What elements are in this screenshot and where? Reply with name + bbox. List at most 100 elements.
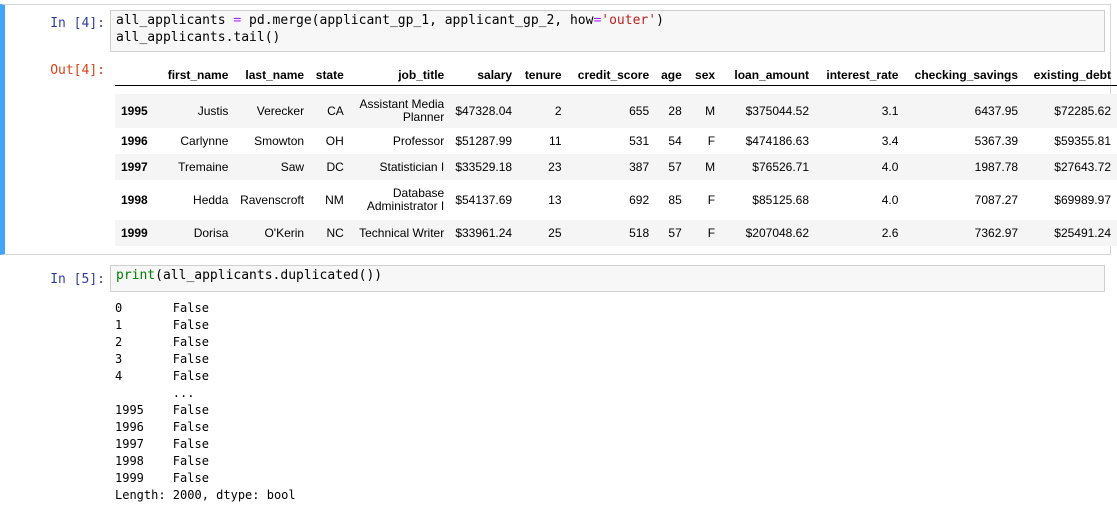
table-row: 1999 Dorisa O'Kerin NC Technical Writer …	[115, 220, 1117, 246]
table-cell: 5367.39	[974, 134, 1019, 148]
table-cell: 28	[668, 104, 682, 118]
column-header: first_name	[167, 67, 229, 82]
output-line: 3 False	[115, 352, 209, 366]
code-editor-5[interactable]: print(all_applicants.duplicated())	[110, 265, 1105, 292]
table-cell: 25	[548, 226, 562, 240]
table-cell: $207048.62	[745, 226, 810, 240]
table-cell: DC	[326, 160, 344, 174]
table-cell: M	[705, 160, 716, 174]
table-cell: 23	[548, 160, 562, 174]
table-cell: $51287.99	[455, 134, 513, 148]
table-cell: Professor	[392, 134, 445, 148]
column-header: tenure	[524, 67, 562, 82]
table-cell: 531	[629, 134, 650, 148]
row-index: 1998	[121, 193, 148, 207]
table-cell: 4.0	[881, 193, 899, 207]
row-index: 1995	[121, 104, 148, 118]
table-cell: $27643.72	[1054, 160, 1111, 174]
code-token-builtin: print	[116, 268, 156, 283]
table-cell: Dorisa	[193, 226, 229, 240]
table-cell: 7087.27	[974, 193, 1019, 207]
table-cell: Justis	[197, 104, 229, 118]
table-cell: $33529.18	[455, 160, 513, 174]
code-editor-4[interactable]: all_applicants = pd.merge(applicant_gp_1…	[110, 10, 1105, 52]
table-cell: 13	[548, 193, 562, 207]
column-header: age	[661, 67, 682, 82]
output-line: Length: 2000, dtype: bool	[115, 488, 296, 502]
table-cell: Assistant Media Planner	[359, 97, 445, 124]
table-cell: $85125.68	[752, 193, 810, 207]
table-cell: NC	[326, 226, 344, 240]
table-cell: $54137.69	[455, 193, 513, 207]
table-cell: Ravenscroft	[240, 193, 305, 207]
table-cell: $69989.97	[1054, 193, 1111, 207]
output-line: 1997 False	[115, 437, 209, 451]
table-row: 1995 Justis Verecker CA Assistant Media …	[115, 94, 1117, 128]
table-cell: 57	[668, 160, 682, 174]
code-token-string: 'outer'	[601, 13, 657, 28]
table-cell: F	[707, 193, 716, 207]
column-header: salary	[477, 67, 513, 82]
table-cell: 655	[629, 104, 650, 118]
input-prompt-4: In [4]:	[50, 16, 105, 31]
column-header: sex	[695, 67, 716, 82]
table-cell: $474186.63	[745, 134, 810, 148]
table-cell: 3.4	[881, 134, 899, 148]
table-header-row: first_name last_name state job_title sal…	[115, 64, 1117, 86]
column-header: checking_savings	[914, 67, 1019, 82]
table-cell: $25491.24	[1054, 226, 1111, 240]
output-prompt-4: Out[4]:	[50, 63, 105, 78]
table-cell: 518	[629, 226, 650, 240]
table-cell: Database Administrator I	[366, 186, 445, 213]
table-row: 1997 Tremaine Saw DC Statistician I $335…	[115, 154, 1117, 180]
table-cell: OH	[325, 134, 344, 148]
table-cell: Hedda	[193, 193, 229, 207]
table-cell: Carlynne	[180, 134, 229, 148]
code-token-paren: )	[656, 13, 664, 28]
table-cell: 57	[668, 226, 682, 240]
table-cell: $72285.62	[1054, 104, 1111, 118]
output-line: 4 False	[115, 369, 209, 383]
table-cell: 2	[554, 104, 562, 118]
output-line: 1999 False	[115, 471, 209, 485]
output-line: 1996 False	[115, 420, 209, 434]
table-cell: 11	[549, 134, 562, 148]
output-line: 0 False	[115, 301, 209, 315]
cell-output-5: 0 False 1 False 2 False 3 False 4 False ... 1…	[115, 300, 296, 504]
table-cell: 2.6	[881, 226, 899, 240]
table-cell: $76526.71	[752, 160, 810, 174]
output-line: ...	[115, 386, 195, 400]
table-cell: NM	[325, 193, 344, 207]
code-token-call: (all_applicants.duplicated())	[155, 268, 383, 283]
code-token-var: all_applicants	[116, 13, 234, 28]
table-cell: Statistician I	[379, 160, 445, 174]
row-index: 1999	[121, 226, 148, 240]
table-cell: 692	[629, 193, 650, 207]
table-cell: 7362.97	[974, 226, 1019, 240]
input-prompt-5: In [5]:	[50, 272, 105, 287]
table-cell: Saw	[280, 160, 305, 174]
table-cell: 3.1	[881, 104, 899, 118]
table-row: 1996 Carlynne Smowton OH Professor $5128…	[115, 128, 1117, 154]
row-index: 1996	[121, 134, 148, 148]
table-cell: CA	[327, 104, 344, 118]
output-line: 2 False	[115, 335, 209, 349]
column-header: loan_amount	[734, 67, 810, 82]
table-cell: F	[707, 134, 716, 148]
table-cell: O'Kerin	[264, 226, 305, 240]
table-cell: Verecker	[256, 104, 305, 118]
table-cell: $59355.81	[1054, 134, 1111, 148]
code-line-2: all_applicants.tail()	[116, 30, 281, 45]
code-token-call: pd.merge(applicant_gp_1, applicant_gp_2,…	[241, 13, 594, 28]
table-cell: 1987.78	[974, 160, 1019, 174]
column-header: interest_rate	[826, 67, 899, 82]
table-cell: $47328.04	[455, 104, 513, 118]
table-cell: 54	[668, 134, 682, 148]
output-line: 1 False	[115, 318, 209, 332]
index-header	[115, 64, 157, 86]
column-header: existing_debt	[1033, 67, 1111, 82]
table-cell: Smowton	[254, 134, 305, 148]
column-header: last_name	[245, 67, 305, 82]
row-index: 1997	[121, 160, 148, 174]
table-cell: M	[705, 104, 716, 118]
